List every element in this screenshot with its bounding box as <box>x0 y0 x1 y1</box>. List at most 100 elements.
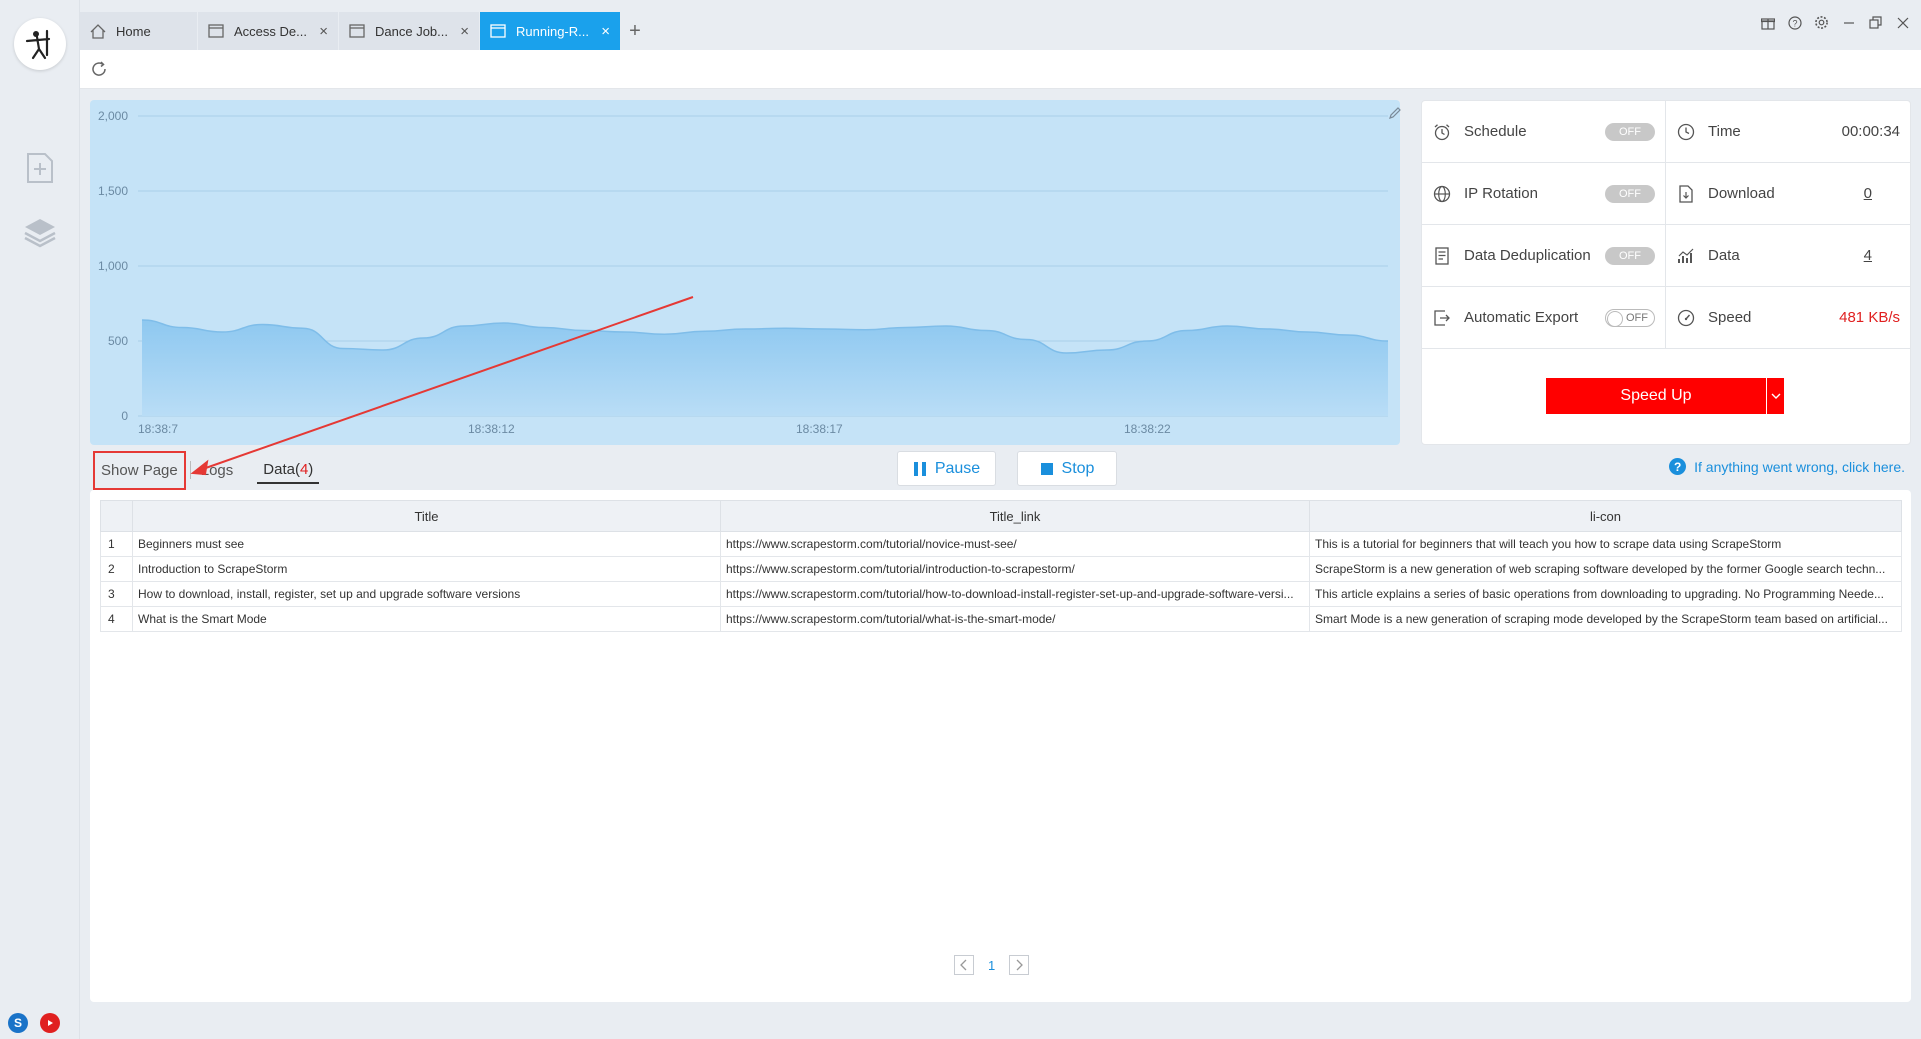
tab-divider <box>189 461 191 479</box>
chevron-left-icon <box>960 959 967 971</box>
pagination: 1 <box>954 955 1030 975</box>
tab-label: Running-R... <box>516 23 589 39</box>
gift-icon[interactable] <box>1759 14 1776 31</box>
youtube-icon[interactable] <box>40 1013 60 1033</box>
stop-button[interactable]: Stop <box>1017 451 1117 486</box>
help-icon[interactable]: ? <box>1786 14 1803 31</box>
data-count-link[interactable]: 4 <box>1864 247 1872 264</box>
home-icon <box>90 23 106 39</box>
table-row[interactable]: 1 Beginners must see https://www.scrapes… <box>100 531 1902 557</box>
close-window-icon[interactable] <box>1894 14 1911 31</box>
schedule-toggle[interactable]: OFF <box>1605 122 1655 141</box>
close-icon[interactable]: × <box>319 23 328 40</box>
column-header-title[interactable]: Title <box>132 500 721 532</box>
globe-icon <box>1432 184 1452 204</box>
toolbar <box>80 50 1921 89</box>
cell-li-con[interactable]: Smart Mode is a new generation of scrapi… <box>1309 606 1902 632</box>
cell-li-con[interactable]: ScrapeStorm is a new generation of web s… <box>1309 556 1902 582</box>
cell-title-link[interactable]: https://www.scrapestorm.com/tutorial/nov… <box>720 531 1310 557</box>
download-cell: Download 0 <box>1666 163 1910 224</box>
stop-label: Stop <box>1061 459 1095 477</box>
time-value: 00:00:34 <box>1841 123 1900 140</box>
stop-icon <box>1040 462 1054 476</box>
tab-access-de[interactable]: Access De... × <box>198 12 338 50</box>
x-tick-label: 18:38:17 <box>796 422 843 436</box>
y-tick-label: 0 <box>121 409 128 423</box>
minimize-icon[interactable] <box>1840 14 1857 31</box>
current-page[interactable]: 1 <box>988 958 995 973</box>
speed-label: Speed <box>1708 309 1752 326</box>
download-count-link[interactable]: 0 <box>1864 185 1872 202</box>
layers-icon[interactable] <box>22 214 58 250</box>
tab-dance-job[interactable]: Dance Job... × <box>339 12 479 50</box>
y-tick-label: 1,000 <box>98 259 128 273</box>
table-row[interactable]: 4 What is the Smart Mode https://www.scr… <box>100 606 1902 632</box>
tab-logs[interactable]: Logs <box>195 458 240 483</box>
new-task-icon[interactable] <box>22 150 58 186</box>
x-tick-label: 18:38:7 <box>138 422 178 436</box>
ip-rotation-toggle[interactable]: OFF <box>1605 184 1655 203</box>
refresh-icon[interactable] <box>90 60 110 80</box>
dedup-label: Data Deduplication <box>1464 247 1591 264</box>
speed-up-dropdown[interactable] <box>1766 378 1784 414</box>
cell-title-link[interactable]: https://www.scrapestorm.com/tutorial/int… <box>720 556 1310 582</box>
next-page-button[interactable] <box>1009 955 1030 975</box>
cell-li-con[interactable]: This article explains a series of basic … <box>1309 581 1902 607</box>
help-link[interactable]: ? If anything went wrong, click here. <box>1669 458 1905 475</box>
pause-label: Pause <box>934 459 981 477</box>
document-download-icon <box>1676 184 1696 204</box>
cell-title-link[interactable]: https://www.scrapestorm.com/tutorial/wha… <box>720 606 1310 632</box>
settings-icon[interactable] <box>1813 14 1830 31</box>
tab-data-label: Data( <box>263 460 300 478</box>
clock-icon <box>1676 122 1696 142</box>
auto-export-toggle[interactable]: OFF <box>1605 308 1655 327</box>
x-tick-label: 18:38:22 <box>1124 422 1171 436</box>
app-logo[interactable] <box>14 18 66 70</box>
restore-icon[interactable] <box>1867 14 1884 31</box>
chart-canvas: 2,000 1,500 1,000 500 0 18:38:7 18:38:12 18:38:… <box>98 109 1389 436</box>
column-header-index <box>100 500 133 532</box>
tab-running[interactable]: Running-R... × <box>480 12 620 50</box>
speed-chart: 2,000 1,500 1,000 500 0 18:38:7 18:38:12 18:38:… <box>90 100 1401 445</box>
tab-data[interactable]: Data(4) <box>257 457 320 484</box>
tab-show-page[interactable]: Show Page <box>93 450 186 490</box>
cell-title[interactable]: Beginners must see <box>132 531 721 557</box>
left-sidebar: S <box>0 0 80 1039</box>
data-cell: Data 4 <box>1666 225 1910 286</box>
row-index: 3 <box>100 581 133 607</box>
cell-title[interactable]: Introduction to ScrapeStorm <box>132 556 721 582</box>
window-icon <box>349 24 365 38</box>
table-row[interactable]: 3 How to download, install, register, se… <box>100 581 1902 607</box>
column-header-li-con[interactable]: li-con <box>1309 500 1902 532</box>
cell-title[interactable]: How to download, install, register, set … <box>132 581 721 607</box>
list-document-icon <box>1432 246 1452 266</box>
tab-label: Access De... <box>234 23 307 39</box>
cell-li-con[interactable]: This is a tutorial for beginners that wi… <box>1309 531 1902 557</box>
column-header-title-link[interactable]: Title_link <box>720 500 1310 532</box>
dedup-toggle[interactable]: OFF <box>1605 246 1655 265</box>
cell-title[interactable]: What is the Smart Mode <box>132 606 721 632</box>
speed-value: 481 KB/s <box>1839 309 1900 326</box>
prev-page-button[interactable] <box>954 955 974 975</box>
pause-button[interactable]: Pause <box>897 451 996 486</box>
export-icon <box>1432 308 1452 328</box>
window-controls: ? <box>1759 14 1911 31</box>
time-cell: Time 00:00:34 <box>1666 101 1910 162</box>
table-row[interactable]: 2 Introduction to ScrapeStorm https://ww… <box>100 556 1902 582</box>
cell-title-link[interactable]: https://www.scrapestorm.com/tutorial/how… <box>720 581 1310 607</box>
add-tab-button[interactable]: + <box>621 12 649 50</box>
window-icon <box>490 24 506 38</box>
tab-home[interactable]: Home <box>80 12 197 50</box>
tab-data-label-close: ) <box>308 460 314 478</box>
help-link-text: If anything went wrong, click here. <box>1694 458 1905 475</box>
speed-up-button[interactable]: Speed Up <box>1546 378 1766 414</box>
stats-panel: Schedule OFF Time 00:00:34 IP Rotation O… <box>1421 100 1911 445</box>
table-header: Title Title_link li-con <box>100 500 1902 532</box>
bar-chart-icon <box>1676 246 1696 266</box>
speedometer-icon <box>1676 308 1696 328</box>
close-icon[interactable]: × <box>460 23 469 40</box>
close-icon[interactable]: × <box>601 23 610 40</box>
y-tick-label: 2,000 <box>98 109 128 123</box>
skype-icon[interactable]: S <box>8 1013 28 1033</box>
alarm-clock-icon <box>1432 122 1452 142</box>
